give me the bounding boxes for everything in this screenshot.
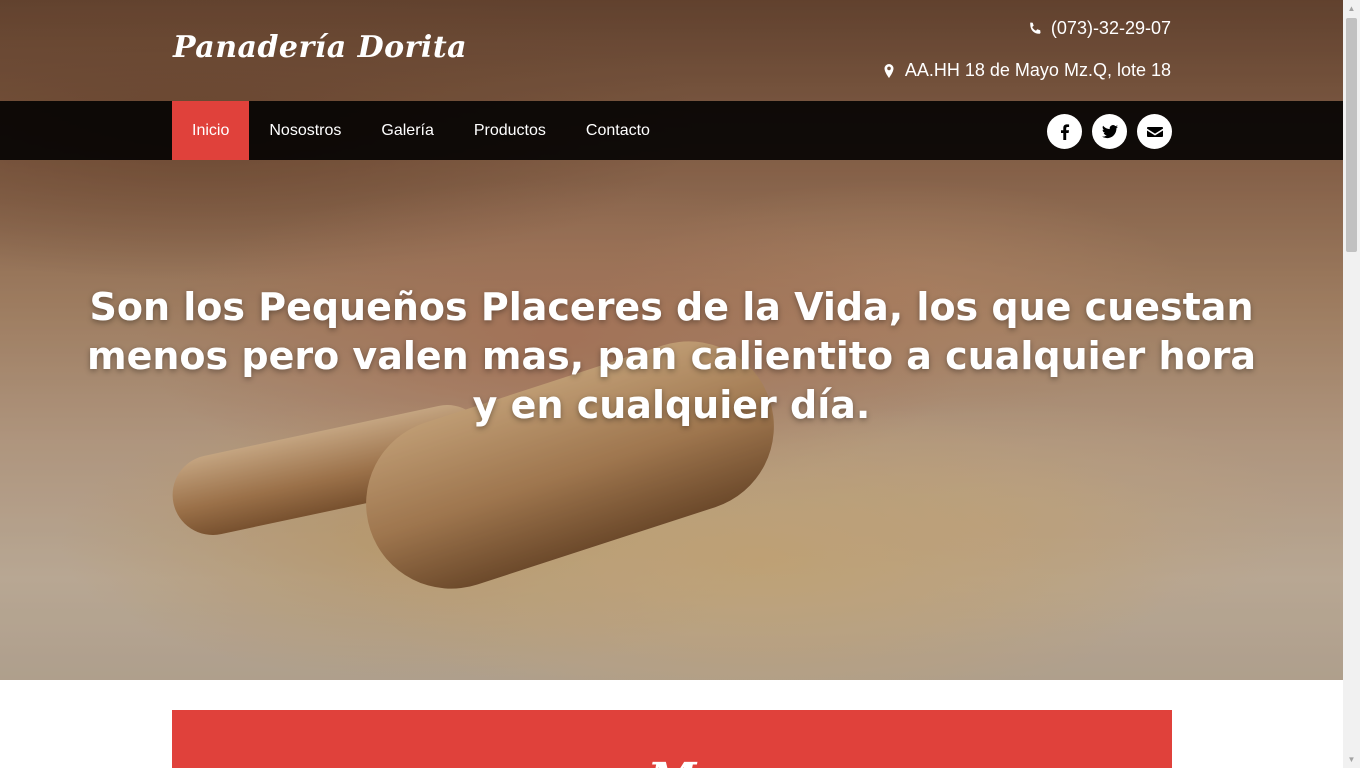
social-links (1047, 114, 1172, 149)
nav-menu: Inicio Nosostros Galería Productos Conta… (172, 101, 670, 160)
brand-logo[interactable]: Panadería Dorita (173, 30, 467, 65)
envelope-icon (1146, 126, 1163, 137)
site-header: Panadería Dorita (073)-32-29-07 AA.HH 18… (0, 0, 1343, 101)
map-marker-icon (884, 63, 894, 78)
phone-info: (073)-32-29-07 (1027, 18, 1171, 39)
phone-icon (1030, 22, 1041, 34)
section-title: M (172, 754, 1172, 768)
phone-number: (073)-32-29-07 (1050, 18, 1171, 38)
page-scrollbar[interactable]: ▲ ▼ (1343, 0, 1360, 768)
twitter-icon (1101, 124, 1118, 138)
address-text: AA.HH 18 de Mayo Mz.Q, lote 18 (904, 60, 1171, 80)
main-navbar: Inicio Nosostros Galería Productos Conta… (0, 101, 1343, 160)
scroll-down-arrow-icon[interactable]: ▼ (1343, 751, 1360, 768)
facebook-button[interactable] (1047, 114, 1082, 149)
nav-item-contacto[interactable]: Contacto (566, 101, 670, 160)
twitter-button[interactable] (1092, 114, 1127, 149)
nav-item-nosotros[interactable]: Nosostros (249, 101, 361, 160)
featured-section: M (172, 710, 1172, 768)
nav-item-productos[interactable]: Productos (454, 101, 566, 160)
email-button[interactable] (1137, 114, 1172, 149)
facebook-icon (1060, 123, 1069, 140)
nav-item-galeria[interactable]: Galería (361, 101, 453, 160)
hero-headline: Son los Pequeños Placeres de la Vida, lo… (87, 285, 1256, 428)
address-info: AA.HH 18 de Mayo Mz.Q, lote 18 (881, 60, 1171, 81)
scroll-up-arrow-icon[interactable]: ▲ (1343, 0, 1360, 17)
scroll-thumb[interactable] (1346, 18, 1357, 252)
nav-item-inicio[interactable]: Inicio (172, 101, 250, 160)
